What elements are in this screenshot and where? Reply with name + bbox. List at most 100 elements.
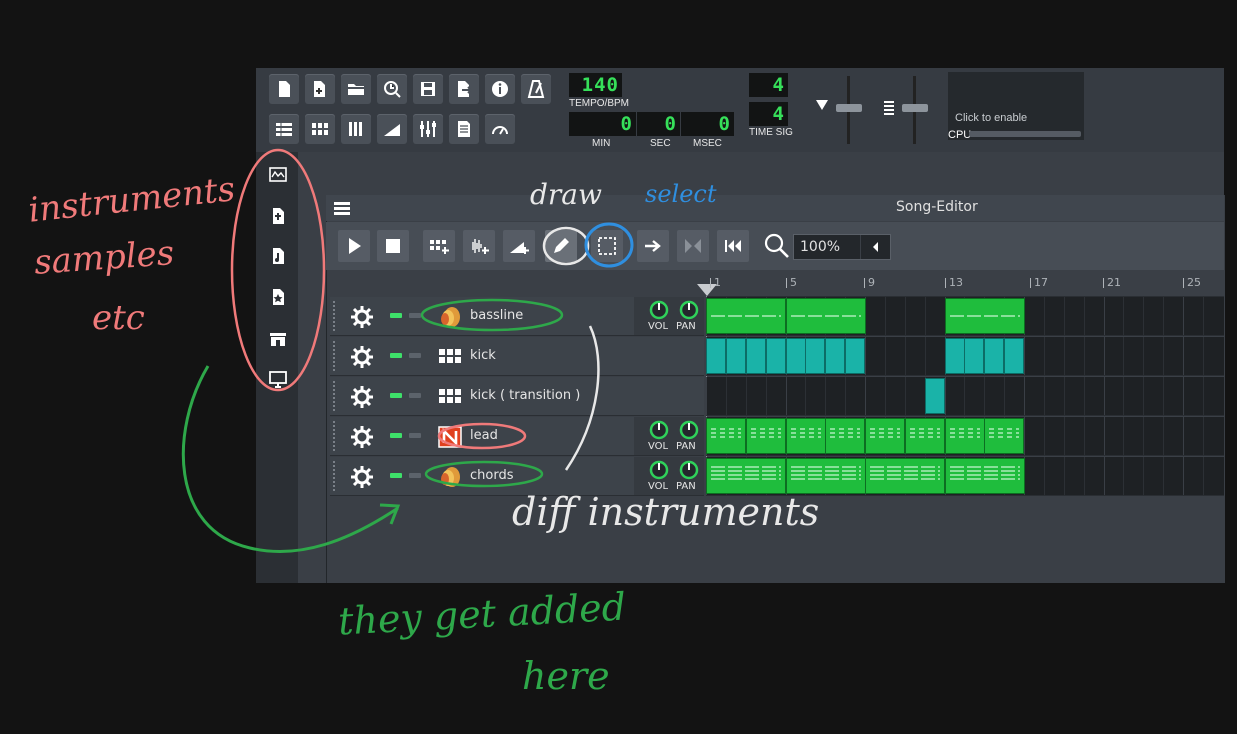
instrument-icon[interactable] bbox=[438, 386, 462, 410]
pattern-clip[interactable] bbox=[865, 458, 945, 494]
auto-scroll-button[interactable] bbox=[637, 230, 669, 262]
pattern-clip[interactable] bbox=[746, 338, 766, 374]
my-projects-icon[interactable] bbox=[268, 206, 288, 226]
mute-button[interactable] bbox=[390, 393, 402, 398]
track-name[interactable]: kick ( transition ) bbox=[470, 388, 580, 403]
master-pitch-slider[interactable] bbox=[878, 74, 934, 146]
pattern-clip[interactable] bbox=[964, 338, 984, 374]
zoom-dropdown-arrow[interactable] bbox=[860, 235, 891, 259]
pattern-clip[interactable] bbox=[746, 418, 786, 454]
solo-button[interactable] bbox=[409, 473, 421, 478]
loop-points-button[interactable] bbox=[677, 230, 709, 262]
time-sig-denominator-display[interactable]: 4 bbox=[749, 102, 788, 126]
time-sig-numerator-display[interactable]: 4 bbox=[749, 73, 788, 97]
draw-mode-button[interactable] bbox=[545, 230, 577, 262]
track-header[interactable]: bassline VOL PAN bbox=[330, 297, 704, 336]
pattern-clip[interactable] bbox=[925, 378, 945, 414]
stop-behaviour-button[interactable] bbox=[717, 230, 749, 262]
tempo-display[interactable]: 140 bbox=[569, 73, 622, 97]
new-project-button[interactable] bbox=[269, 74, 299, 104]
new-from-template-button[interactable] bbox=[305, 74, 335, 104]
pattern-clip[interactable] bbox=[805, 338, 825, 374]
pattern-clip[interactable] bbox=[984, 338, 1004, 374]
pattern-clip[interactable] bbox=[786, 418, 826, 454]
controller-rack-toggle-button[interactable] bbox=[485, 114, 515, 144]
solo-button[interactable] bbox=[409, 313, 421, 318]
volume-knob[interactable] bbox=[648, 299, 670, 321]
pattern-clip[interactable] bbox=[786, 458, 866, 494]
pattern-clip[interactable] bbox=[865, 418, 905, 454]
add-automation-track-button[interactable] bbox=[503, 230, 535, 262]
pattern-clip[interactable] bbox=[984, 418, 1024, 454]
project-notes-toggle-button[interactable] bbox=[449, 114, 479, 144]
pattern-clip[interactable] bbox=[706, 418, 746, 454]
track-settings-button[interactable] bbox=[350, 465, 374, 493]
pattern-clip[interactable] bbox=[706, 298, 786, 334]
export-project-button[interactable] bbox=[449, 74, 479, 104]
pan-knob[interactable] bbox=[678, 419, 700, 441]
track-lane[interactable] bbox=[706, 337, 1224, 376]
track-lane[interactable] bbox=[706, 297, 1224, 336]
pattern-clip[interactable] bbox=[706, 458, 786, 494]
pan-knob[interactable] bbox=[678, 299, 700, 321]
zoom-dropdown[interactable]: 100% bbox=[793, 234, 891, 260]
master-volume-slider[interactable] bbox=[812, 74, 868, 146]
save-project-button[interactable] bbox=[413, 74, 443, 104]
volume-knob[interactable] bbox=[648, 419, 670, 441]
song-editor-toggle-button[interactable] bbox=[269, 114, 299, 144]
piano-roll-toggle-button[interactable] bbox=[341, 114, 371, 144]
instrument-icon[interactable] bbox=[438, 346, 462, 370]
track-name[interactable]: kick bbox=[470, 348, 496, 363]
solo-button[interactable] bbox=[409, 353, 421, 358]
whats-this-button[interactable] bbox=[485, 74, 515, 104]
my-presets-icon[interactable] bbox=[268, 287, 288, 307]
instrument-plugins-icon[interactable] bbox=[268, 165, 288, 185]
track-settings-button[interactable] bbox=[350, 305, 374, 333]
track-settings-button[interactable] bbox=[350, 425, 374, 453]
pattern-clip[interactable] bbox=[845, 338, 865, 374]
pattern-clip[interactable] bbox=[786, 298, 866, 334]
solo-button[interactable] bbox=[409, 393, 421, 398]
mute-button[interactable] bbox=[390, 353, 402, 358]
root-directory-icon[interactable] bbox=[268, 369, 288, 389]
track-name[interactable]: chords bbox=[470, 468, 513, 483]
mixer-toggle-button[interactable] bbox=[413, 114, 443, 144]
instrument-icon[interactable] bbox=[438, 466, 462, 492]
track-drag-handle[interactable] bbox=[333, 381, 338, 411]
select-mode-button[interactable] bbox=[591, 230, 623, 262]
track-name[interactable]: bassline bbox=[470, 308, 523, 323]
mute-button[interactable] bbox=[390, 313, 402, 318]
pattern-clip[interactable] bbox=[825, 418, 865, 454]
track-header[interactable]: lead VOL PAN bbox=[330, 417, 704, 456]
metronome-button[interactable] bbox=[521, 74, 551, 104]
solo-button[interactable] bbox=[409, 433, 421, 438]
stop-button[interactable] bbox=[377, 230, 409, 262]
track-drag-handle[interactable] bbox=[333, 301, 338, 331]
volume-knob[interactable] bbox=[648, 459, 670, 481]
pattern-clip[interactable] bbox=[905, 418, 945, 454]
open-project-button[interactable] bbox=[341, 74, 371, 104]
my-home-icon[interactable] bbox=[268, 329, 288, 349]
pattern-clip[interactable] bbox=[766, 338, 786, 374]
track-header[interactable]: kick bbox=[330, 337, 704, 376]
pattern-clip[interactable] bbox=[945, 298, 1025, 334]
mute-button[interactable] bbox=[390, 433, 402, 438]
pattern-clip[interactable] bbox=[825, 338, 845, 374]
track-name[interactable]: lead bbox=[470, 428, 498, 443]
pattern-clip[interactable] bbox=[706, 338, 726, 374]
track-settings-button[interactable] bbox=[350, 345, 374, 373]
recent-projects-button[interactable] bbox=[377, 74, 407, 104]
instrument-icon[interactable] bbox=[438, 306, 462, 332]
pattern-clip[interactable] bbox=[1004, 338, 1024, 374]
add-beat-bassline-button[interactable] bbox=[423, 230, 455, 262]
my-samples-icon[interactable] bbox=[268, 246, 288, 266]
automation-editor-toggle-button[interactable] bbox=[377, 114, 407, 144]
pattern-clip[interactable] bbox=[945, 338, 965, 374]
track-drag-handle[interactable] bbox=[333, 461, 338, 491]
track-lane[interactable] bbox=[706, 417, 1224, 456]
mute-button[interactable] bbox=[390, 473, 402, 478]
track-header[interactable]: kick ( transition ) bbox=[330, 377, 704, 416]
timeline-ruler[interactable] bbox=[706, 273, 1224, 297]
track-settings-button[interactable] bbox=[350, 385, 374, 413]
pattern-clip[interactable] bbox=[945, 418, 985, 454]
